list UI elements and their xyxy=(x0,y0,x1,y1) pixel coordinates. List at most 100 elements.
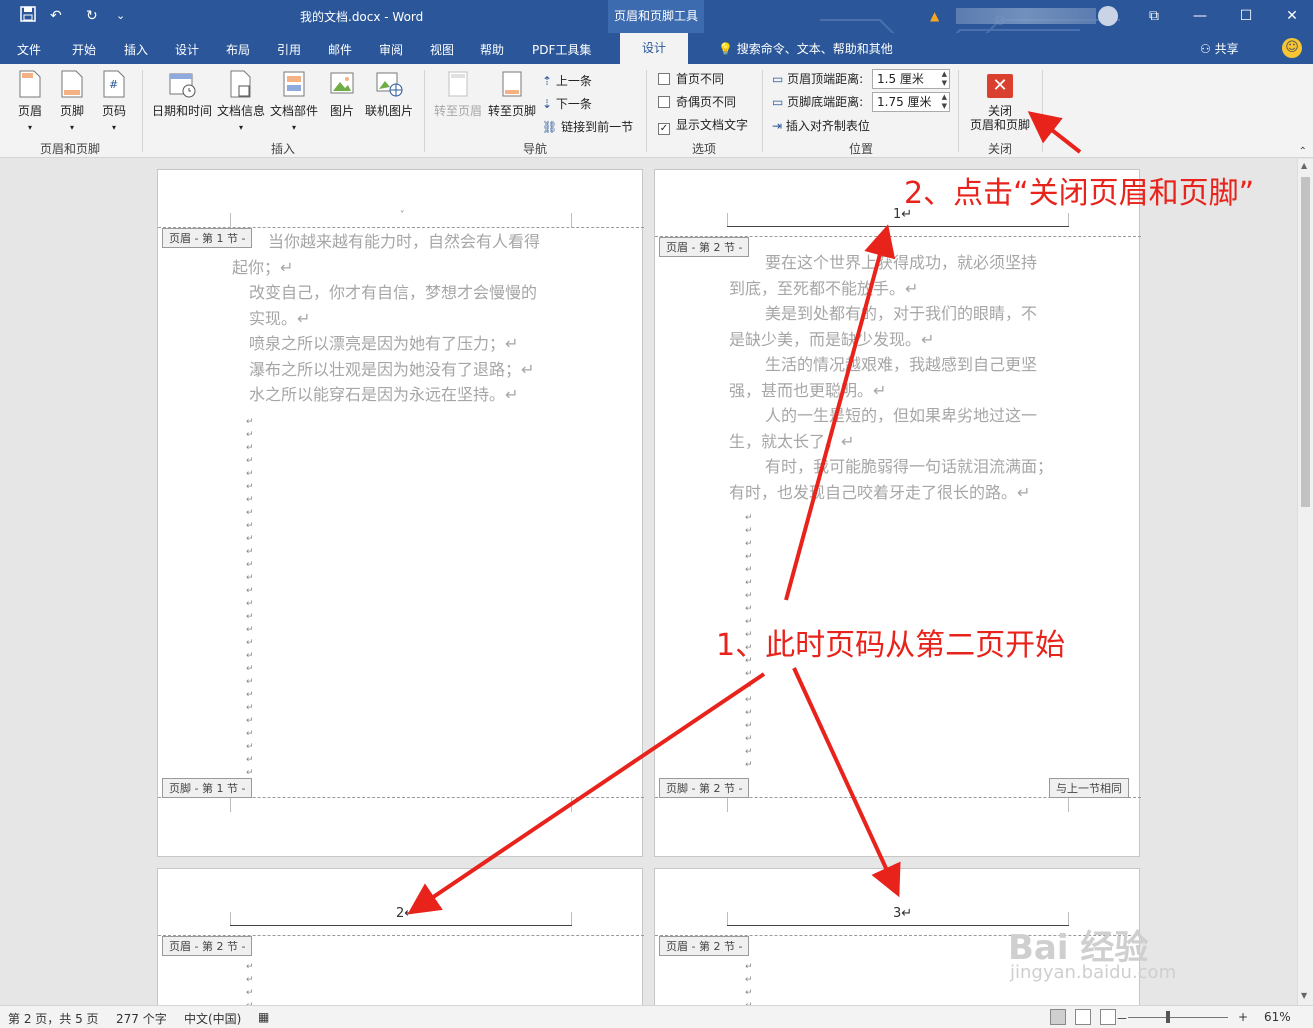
footer-bottom-distance-input[interactable]: 1.75 厘米 ▲ ▼ xyxy=(872,92,950,112)
zoom-out-button[interactable]: － xyxy=(1116,1010,1128,1027)
language[interactable]: 中文(中国) xyxy=(184,1010,241,1027)
close-header-footer-label-1: 关闭 xyxy=(987,104,1012,118)
header-top-distance-input[interactable]: 1.5 厘米 ▲ ▼ xyxy=(872,69,950,89)
group-label-navigation: 导航 xyxy=(522,142,547,156)
tab-help[interactable]: 帮助 xyxy=(480,41,504,58)
lightbulb-icon: 💡 xyxy=(718,42,733,56)
same-as-previous-tag: 与上一节相同 xyxy=(1049,778,1129,798)
close-header-footer-icon[interactable]: ✕ xyxy=(987,74,1013,98)
vertical-scrollbar[interactable]: ▲ ▼ xyxy=(1297,159,1313,1005)
share-button[interactable]: ⚇ 共享 xyxy=(1200,40,1239,57)
page-1-body[interactable]: 当你越来越有能力时，自然会有人看得 起你；↵ 改变自己，你才有自信，梦想才会慢慢… xyxy=(232,229,540,408)
web-layout-icon[interactable] xyxy=(1100,1009,1116,1025)
tab-hf-design[interactable]: 设计 xyxy=(620,33,689,64)
empty-paragraph-marks: ↵ ↵ ↵ ↵ ↵ xyxy=(745,962,753,1005)
tab-file[interactable]: 文件 xyxy=(17,41,41,58)
close-window-button[interactable]: ✕ xyxy=(1282,6,1302,26)
header-position-icon: ▭ xyxy=(772,72,784,86)
header-page-number[interactable]: 2↵ xyxy=(396,906,415,921)
text-line: 有时，我可能脆弱得一句话就泪流满面； xyxy=(765,457,1054,476)
header-top-distance-label: 页眉顶端距离: xyxy=(787,72,864,86)
different-odd-even-checkbox[interactable]: 奇偶页不同 xyxy=(658,93,736,110)
header-button[interactable]: 页眉 ▾ xyxy=(14,70,46,133)
quick-parts-button[interactable]: 文档部件 ▾ xyxy=(268,70,320,133)
link-to-previous-button[interactable]: ⛓ 链接到前一节 xyxy=(542,118,633,135)
tell-me-search[interactable]: 💡 搜索命令、文本、帮助和其他 xyxy=(718,40,893,57)
print-layout-icon[interactable] xyxy=(1075,1009,1091,1025)
date-time-label: 日期和时间 xyxy=(151,104,212,118)
footer-section-tag: 页脚 - 第 1 节 - xyxy=(162,778,253,798)
header-label: 页眉 xyxy=(17,104,42,118)
document-info-button[interactable]: 文档信息 ▾ xyxy=(216,70,266,133)
goto-footer-label: 转至页脚 xyxy=(487,104,536,118)
ribbon: 页眉 ▾ 页脚 ▾ # 页码 ▾ 页眉和页脚 日期和时间 文档信息 ▾ 文档部件 ▾ 图片… xyxy=(0,64,1313,158)
page-2-body[interactable]: 要在这个世界上获得成功，就必须坚持 到底，至死都不能放手。↵ 美是到处都有的，对… xyxy=(729,250,1053,505)
customize-quick-access-icon[interactable]: ⌄ xyxy=(116,6,125,26)
page-count[interactable]: 第 2 页，共 5 页 xyxy=(8,1010,99,1027)
spin-arrows-icon[interactable]: ▲ ▼ xyxy=(942,93,947,111)
header-page-number[interactable]: 3↵ xyxy=(893,906,912,921)
group-divider xyxy=(1042,70,1043,152)
page-1: ˬ 页眉 - 第 1 节 - 当你越来越有能力时，自然会有人看得 起你；↵ 改变… xyxy=(157,169,644,857)
page-number-button[interactable]: # 页码 ▾ xyxy=(98,70,130,133)
tab-review[interactable]: 审阅 xyxy=(379,41,403,58)
goto-footer-button[interactable]: 转至页脚 xyxy=(486,70,538,119)
text-line: 生，就太长了。↵ xyxy=(729,431,855,451)
tab-home[interactable]: 开始 xyxy=(72,41,96,58)
header-underline xyxy=(727,226,1069,227)
scroll-thumb[interactable] xyxy=(1301,177,1310,507)
tab-pdf-tools[interactable]: PDF工具集 xyxy=(532,41,591,58)
tab-references[interactable]: 引用 xyxy=(277,41,301,58)
footer-position-icon: ▭ xyxy=(772,95,784,109)
minimize-button[interactable]: — xyxy=(1190,6,1210,26)
previous-button[interactable]: ⇡ 上一条 xyxy=(542,72,592,89)
show-document-text-checkbox[interactable]: ✓ 显示文档文字 xyxy=(658,116,748,135)
group-label-header-footer: 页眉和页脚 xyxy=(39,142,100,156)
spin-arrows-icon[interactable]: ▲ ▼ xyxy=(942,70,947,88)
picture-label: 图片 xyxy=(329,104,354,118)
save-icon[interactable] xyxy=(20,6,36,26)
zoom-slider-thumb[interactable] xyxy=(1166,1011,1170,1023)
next-button[interactable]: ⇣ 下一条 xyxy=(542,95,592,112)
read-mode-icon[interactable] xyxy=(1050,1009,1066,1025)
zoom-slider-track[interactable] xyxy=(1128,1017,1228,1018)
maximize-button[interactable]: ☐ xyxy=(1236,6,1256,26)
word-count[interactable]: 277 个字 xyxy=(116,1010,167,1027)
text-line: 有时，也发现自己咬着牙走了很长的路。↵ xyxy=(729,482,1031,502)
header-section-tag: 页眉 - 第 2 节 - xyxy=(162,936,253,956)
scroll-up-icon[interactable]: ▲ xyxy=(1301,161,1307,170)
tab-view[interactable]: 视图 xyxy=(430,41,454,58)
tab-layout[interactable]: 布局 xyxy=(226,41,250,58)
feedback-smiley-icon[interactable]: ☺ xyxy=(1282,38,1302,58)
ribbon-tabs: 文件 开始 插入 设计 布局 引用 邮件 审阅 视图 帮助 PDF工具集 设计 … xyxy=(0,33,1313,64)
avatar[interactable] xyxy=(1098,6,1118,26)
margin-corner xyxy=(1068,798,1069,812)
footer-button[interactable]: 页脚 ▾ xyxy=(56,70,88,133)
online-picture-button[interactable]: 联机图片 xyxy=(362,70,416,119)
document-area: ˬ 页眉 - 第 1 节 - 当你越来越有能力时，自然会有人看得 起你；↵ 改变… xyxy=(0,159,1313,1005)
zoom-in-button[interactable]: + xyxy=(1238,1010,1248,1024)
date-time-button[interactable]: 日期和时间 xyxy=(150,70,214,119)
user-name-blurred[interactable] xyxy=(956,8,1096,24)
page-3: 2↵ 页眉 - 第 2 节 - ↵ ↵ ↵ ↵ ↵ xyxy=(157,868,644,1005)
undo-icon[interactable]: ↶ xyxy=(50,6,62,26)
zoom-level[interactable]: 61% xyxy=(1264,1010,1291,1024)
insert-alignment-tab-button[interactable]: ⇥ 插入对齐制表位 xyxy=(772,117,870,134)
tab-mailings[interactable]: 邮件 xyxy=(328,41,352,58)
svg-text:#: # xyxy=(109,78,118,91)
scroll-down-icon[interactable]: ▼ xyxy=(1301,991,1307,1000)
document-info-label: 文档信息 xyxy=(216,104,265,118)
link-to-previous-label: 链接到前一节 xyxy=(561,120,634,134)
goto-header-button[interactable]: 转至页眉 xyxy=(432,70,484,119)
macro-record-icon[interactable]: ▦ xyxy=(258,1010,269,1024)
picture-button[interactable]: 图片 xyxy=(326,70,358,119)
tab-design[interactable]: 设计 xyxy=(175,41,199,58)
collapse-ribbon-icon[interactable]: ⌃ xyxy=(1299,146,1307,157)
checkmark-icon: ✓ xyxy=(658,123,670,135)
redo-icon[interactable]: ↻ xyxy=(86,6,98,26)
online-picture-icon xyxy=(376,72,403,97)
tab-insert[interactable]: 插入 xyxy=(124,41,148,58)
close-header-footer-button[interactable]: 关闭 页眉和页脚 xyxy=(962,104,1038,132)
ribbon-display-options-icon[interactable]: ⧉ xyxy=(1144,6,1164,26)
different-first-page-checkbox[interactable]: 首页不同 xyxy=(658,70,724,87)
